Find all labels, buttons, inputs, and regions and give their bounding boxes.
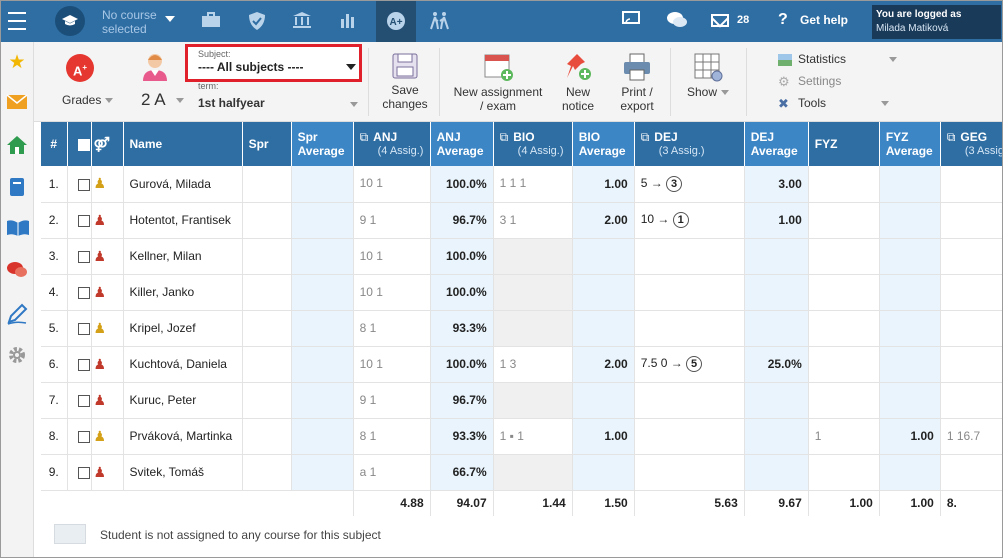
window-frame (0, 0, 1003, 558)
